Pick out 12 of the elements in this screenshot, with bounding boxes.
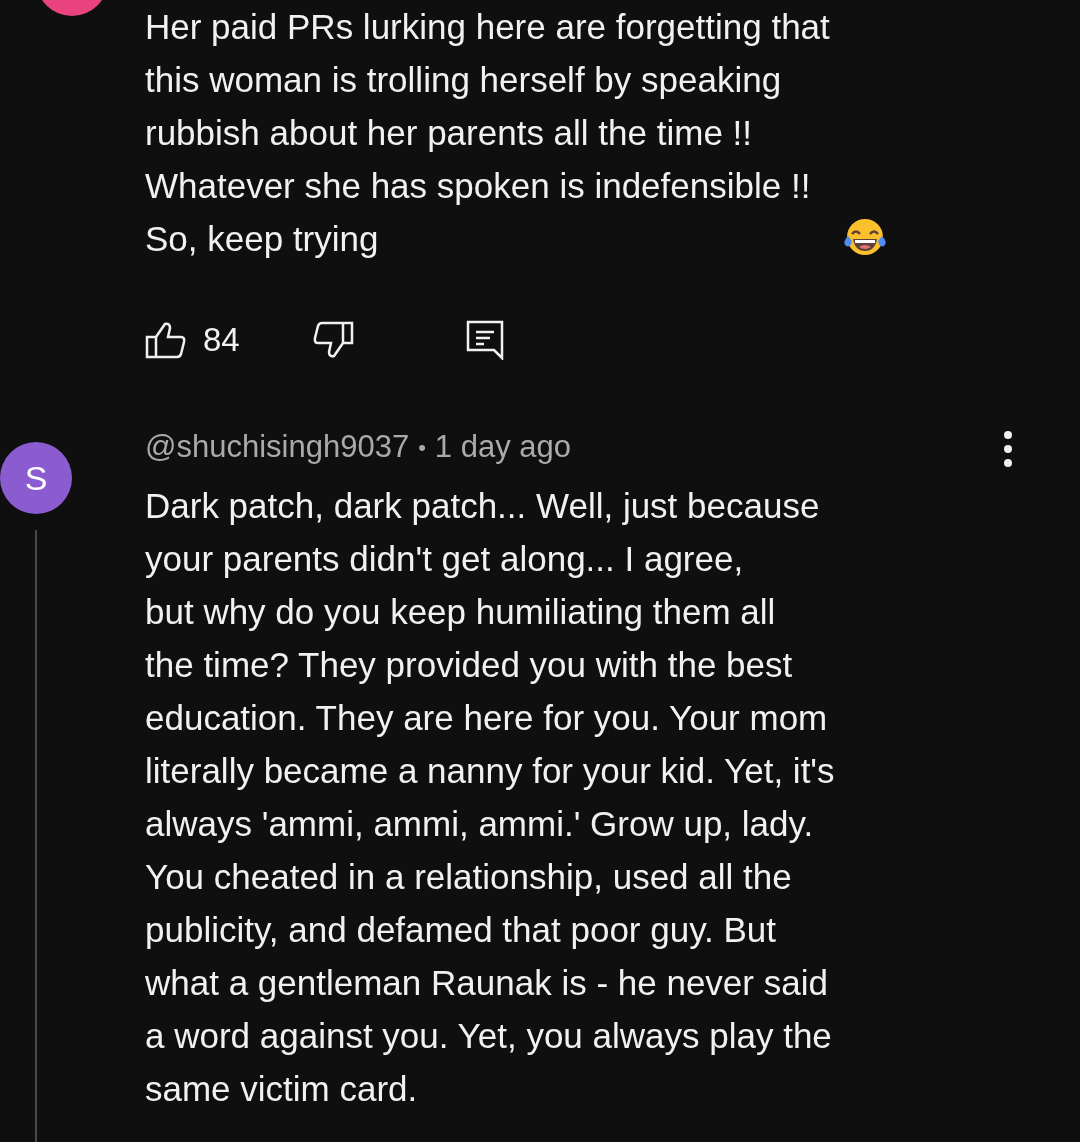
- comment-text: Dark patch, dark patch... Well, just because your parents didn't get along... I agree, but why do you keep humiliating them all the time? They provided you with the best education. They are here for you. Your mom literally became a nanny for your kid. Yet, it's always 'ammi, ammi, ammi.' Grow up, lady. You cheated in a relationship, used all the publicity, and defamed that poor guy. But what a gentleman Raunak is - he never said a word against you. Yet, you always play the same victim card.: [145, 485, 835, 1110]
- laughing-emoji-icon: [841, 217, 888, 257]
- comment-time: 1 day ago: [434, 427, 572, 466]
- comment-text: Her paid PRs lurking here are forgetting that this woman is trolling herself by speaking rubbish about her parents all the time !! Whatever she has spoken is indefensible !! So, keep trying: [145, 6, 830, 260]
- comment-author[interactable]: @shuchisingh9037: [145, 423, 410, 471]
- like-icon[interactable]: [145, 321, 187, 359]
- dislike-icon[interactable]: [311, 321, 354, 359]
- reply-icon[interactable]: [465, 320, 504, 360]
- separator-dot: •: [418, 433, 426, 462]
- more-options-icon[interactable]: [1003, 430, 1013, 468]
- like-count: 84: [203, 320, 240, 361]
- avatar[interactable]: S: [0, 442, 72, 514]
